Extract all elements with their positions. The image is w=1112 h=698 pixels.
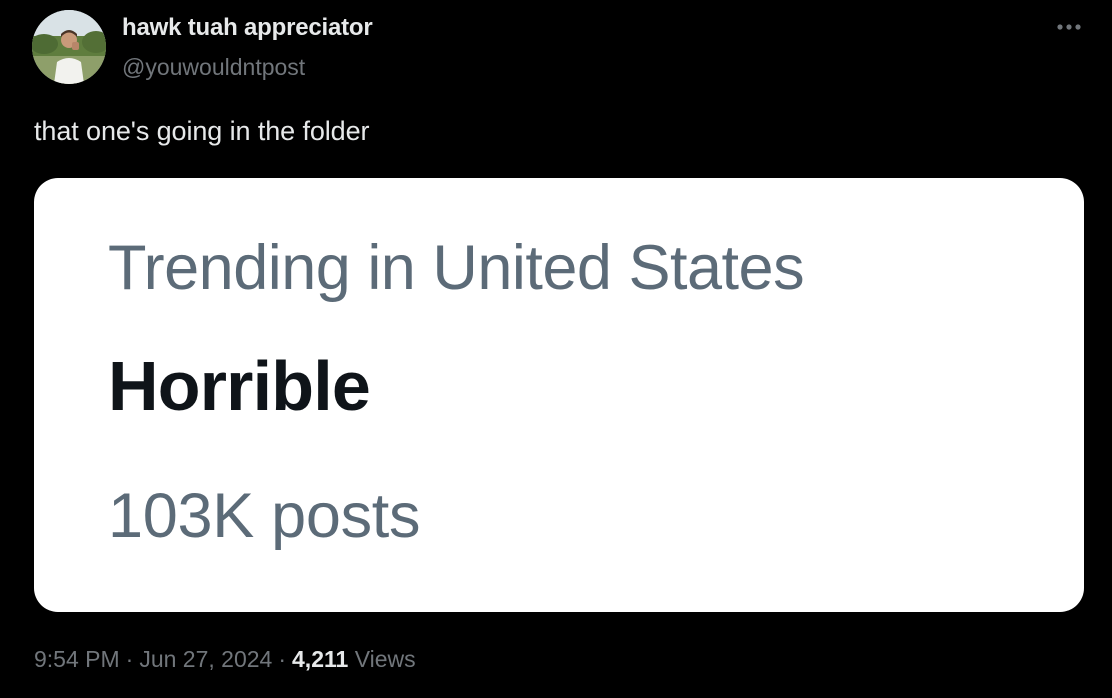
views-count: 4,211 bbox=[292, 646, 349, 672]
tweet-time[interactable]: 9:54 PM bbox=[34, 646, 120, 672]
author-display-name[interactable]: hawk tuah appreciator bbox=[122, 14, 373, 42]
tweet-text: that one's going in the folder bbox=[34, 116, 370, 146]
tweet-meta: 9:54 PM · Jun 27, 2024 · 4,211 Views bbox=[34, 646, 416, 673]
trend-topic: Horrible bbox=[108, 347, 371, 425]
views-label: Views bbox=[354, 646, 416, 672]
tweet: hawk tuah appreciator @youwouldntpost th… bbox=[0, 0, 1112, 698]
meta-separator: · bbox=[278, 646, 287, 672]
ellipsis-icon bbox=[1057, 24, 1081, 30]
avatar[interactable] bbox=[32, 10, 106, 84]
tweet-date[interactable]: Jun 27, 2024 bbox=[139, 646, 272, 672]
meta-separator: · bbox=[125, 646, 134, 672]
more-options-button[interactable] bbox=[1044, 12, 1094, 42]
media-image[interactable]: Trending in United States Horrible 103K … bbox=[34, 178, 1084, 612]
author-handle[interactable]: @youwouldntpost bbox=[122, 54, 305, 81]
profile-photo-avatar-icon bbox=[32, 10, 106, 84]
trend-post-count: 103K posts bbox=[108, 481, 421, 551]
trend-context: Trending in United States bbox=[108, 233, 805, 303]
